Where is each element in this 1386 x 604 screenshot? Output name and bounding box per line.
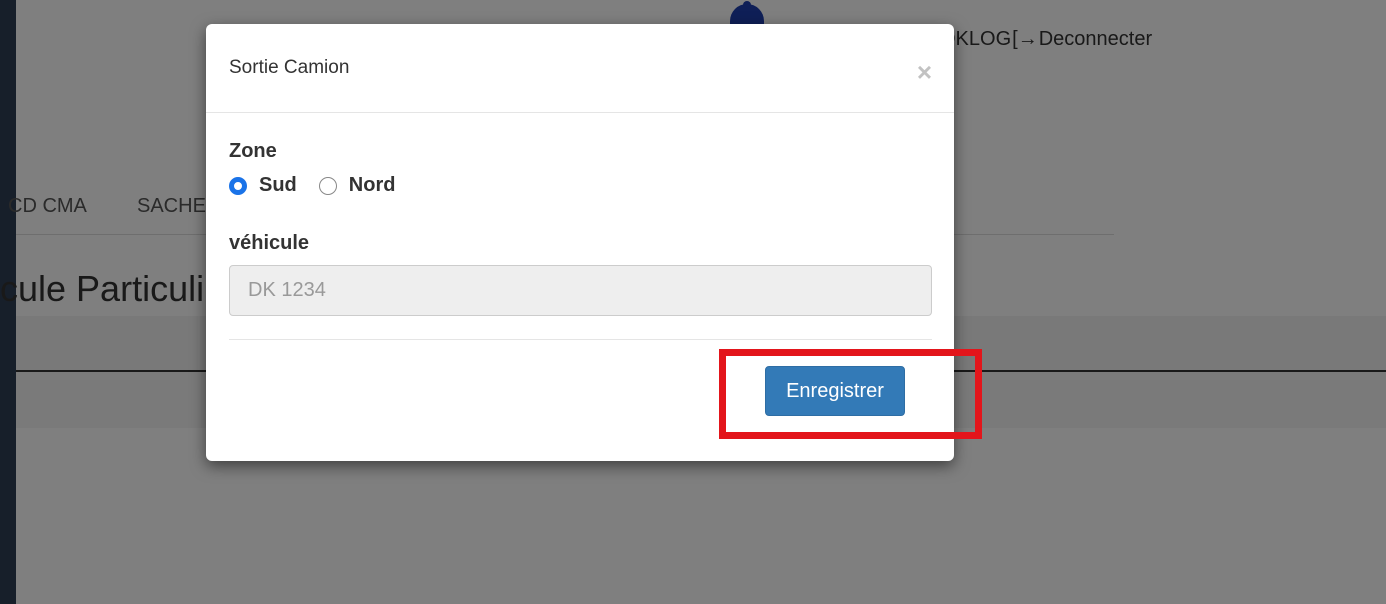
vehicle-input[interactable] <box>229 265 932 316</box>
modal-footer-divider <box>229 339 932 340</box>
modal-title: Sortie Camion <box>229 57 350 78</box>
zone-label: Zone <box>229 140 277 162</box>
zone-radio-sud[interactable] <box>229 176 247 195</box>
zone-option-sud-label[interactable]: Sud <box>259 174 297 197</box>
zone-radio-group: Sud Nord <box>229 174 417 197</box>
zone-option-nord-label[interactable]: Nord <box>349 174 396 197</box>
annotation-highlight-box <box>719 349 982 439</box>
zone-radio-nord[interactable] <box>318 176 337 195</box>
close-icon[interactable]: × <box>917 59 932 85</box>
modal-header: Sortie Camion × <box>206 24 954 113</box>
vehicle-label: véhicule <box>229 232 310 254</box>
